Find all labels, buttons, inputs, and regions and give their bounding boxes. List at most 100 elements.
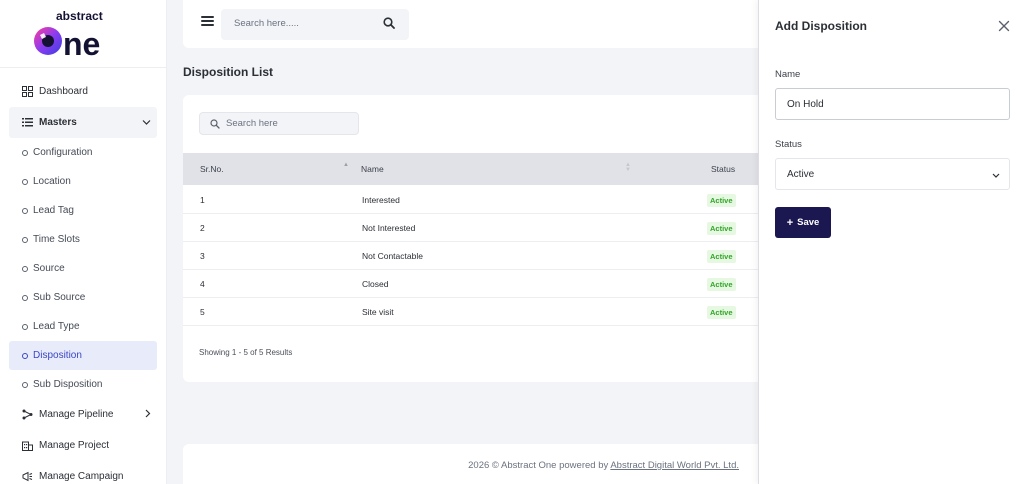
status-label: Status: [775, 139, 802, 150]
status-badge: Active: [707, 278, 736, 291]
list-search-input[interactable]: [226, 118, 351, 129]
status-badge: Active: [707, 250, 736, 263]
sort-icon[interactable]: ▲ ▼: [625, 162, 631, 173]
sidebar-item-label: Sub Source: [33, 292, 86, 303]
sidebar-item-label: Configuration: [33, 147, 93, 158]
sidebar-item-label: Source: [33, 263, 65, 274]
status-badge: Active: [707, 194, 736, 207]
sidebar-item-label: Sub Disposition: [33, 379, 103, 390]
sidebar-item-manage-project[interactable]: Manage Project: [9, 430, 157, 461]
global-search-input[interactable]: [234, 18, 374, 29]
sidebar-item-lead-tag[interactable]: Lead Tag: [9, 196, 157, 225]
sidebar-item-label: Dashboard: [39, 86, 88, 97]
list-search: [199, 112, 359, 135]
circle-icon: [22, 236, 28, 243]
cell-name: Not Contactable: [362, 251, 423, 261]
sidebar-item-disposition[interactable]: Disposition: [9, 341, 157, 370]
circle-icon: [22, 323, 28, 330]
status-select-value: Active: [787, 169, 815, 180]
svg-text:abstract: abstract: [56, 9, 103, 23]
topbar: [183, 0, 783, 48]
cell-srno: 4: [200, 279, 205, 289]
megaphone-icon: [21, 471, 33, 483]
sidebar-nav: Dashboard Masters Configuration Location…: [0, 68, 166, 484]
sidebar-item-dashboard[interactable]: Dashboard: [9, 76, 157, 107]
sidebar-item-configuration[interactable]: Configuration: [9, 138, 157, 167]
sidebar-item-masters[interactable]: Masters: [9, 107, 157, 138]
circle-icon: [22, 265, 28, 272]
search-icon[interactable]: [383, 17, 395, 32]
circle-icon: [22, 352, 28, 359]
grid-icon: [21, 86, 33, 98]
pagination-summary: Showing 1 - 5 of 5 Results: [199, 348, 293, 357]
building-icon: [21, 440, 33, 452]
sidebar-item-label: Time Slots: [33, 234, 80, 245]
footer-text: 2026 © Abstract One powered by Abstract …: [468, 460, 739, 471]
footer-company-link[interactable]: Abstract Digital World Pvt. Ltd.: [610, 460, 739, 471]
cell-name: Not Interested: [362, 223, 416, 233]
circle-icon: [22, 381, 28, 388]
brand-logo[interactable]: abstract ne: [0, 0, 166, 68]
table-row[interactable]: 3 Not Contactable Active: [183, 242, 783, 270]
drawer-title: Add Disposition: [775, 19, 867, 33]
disposition-list-card: Sr.No. ▲ Name ▲▼ Status 1 Interested Act…: [183, 95, 783, 382]
sidebar-item-label: Lead Tag: [33, 205, 74, 216]
sort-asc-icon[interactable]: ▲: [343, 162, 349, 168]
add-disposition-drawer: Add Disposition Name Status Active + Sav…: [758, 0, 1024, 484]
column-header-status[interactable]: Status: [711, 164, 735, 174]
sidebar-item-label: Manage Project: [39, 440, 110, 451]
table-row[interactable]: 5 Site visit Active: [183, 298, 783, 326]
column-header-name[interactable]: Name: [361, 164, 384, 174]
sidebar-item-label: Masters: [39, 117, 77, 128]
cell-name: Site visit: [362, 307, 394, 317]
sidebar-item-source[interactable]: Source: [9, 254, 157, 283]
footer-copyright: 2026 © Abstract One powered by: [468, 460, 611, 471]
sidebar-item-manage-campaign[interactable]: Manage Campaign: [9, 461, 157, 484]
sidebar: abstract ne Dashboard Masters Configurat…: [0, 0, 167, 484]
sidebar-item-label: Disposition: [33, 350, 82, 361]
status-badge: Active: [707, 222, 736, 235]
sidebar-item-time-slots[interactable]: Time Slots: [9, 225, 157, 254]
sidebar-item-sub-disposition[interactable]: Sub Disposition: [9, 370, 157, 399]
svg-text:ne: ne: [63, 26, 100, 60]
cell-srno: 5: [200, 307, 205, 317]
sidebar-item-location[interactable]: Location: [9, 167, 157, 196]
save-button-label: Save: [797, 217, 820, 228]
cell-srno: 1: [200, 195, 205, 205]
status-select[interactable]: Active: [775, 158, 1010, 190]
save-button[interactable]: + Save: [775, 207, 831, 238]
sidebar-item-label: Manage Pipeline: [39, 409, 114, 420]
chevron-right-icon: [145, 409, 151, 421]
table-row[interactable]: 2 Not Interested Active: [183, 214, 783, 242]
global-search: [221, 9, 409, 40]
search-icon: [210, 119, 220, 129]
close-icon[interactable]: [998, 20, 1010, 32]
sidebar-item-lead-type[interactable]: Lead Type: [9, 312, 157, 341]
status-badge: Active: [707, 306, 736, 319]
table-row[interactable]: 1 Interested Active: [183, 186, 783, 214]
cell-name: Closed: [362, 279, 389, 289]
circle-icon: [22, 178, 28, 185]
sidebar-item-manage-pipeline[interactable]: Manage Pipeline: [9, 399, 157, 430]
column-header-srno[interactable]: Sr.No.: [200, 164, 224, 174]
plus-icon: +: [786, 216, 794, 229]
cell-srno: 3: [200, 251, 205, 261]
sidebar-item-sub-source[interactable]: Sub Source: [9, 283, 157, 312]
cell-name: Interested: [362, 195, 400, 205]
circle-icon: [22, 294, 28, 301]
sidebar-item-label: Location: [33, 176, 71, 187]
sidebar-item-label: Manage Campaign: [39, 471, 124, 482]
table-row[interactable]: 4 Closed Active: [183, 270, 783, 298]
circle-icon: [22, 207, 28, 214]
chevron-down-icon: [142, 117, 151, 128]
table-header: Sr.No. ▲ Name ▲ ▼ Status: [183, 153, 783, 185]
abstract-one-logo: abstract ne: [34, 9, 103, 60]
name-label: Name: [775, 69, 801, 80]
cell-srno: 2: [200, 223, 205, 233]
sidebar-item-label: Lead Type: [33, 321, 80, 332]
name-field[interactable]: [775, 88, 1010, 120]
page-title: Disposition List: [183, 65, 273, 79]
circle-icon: [22, 149, 28, 156]
hamburger-menu-icon[interactable]: [201, 16, 214, 26]
list-icon: [21, 117, 33, 129]
